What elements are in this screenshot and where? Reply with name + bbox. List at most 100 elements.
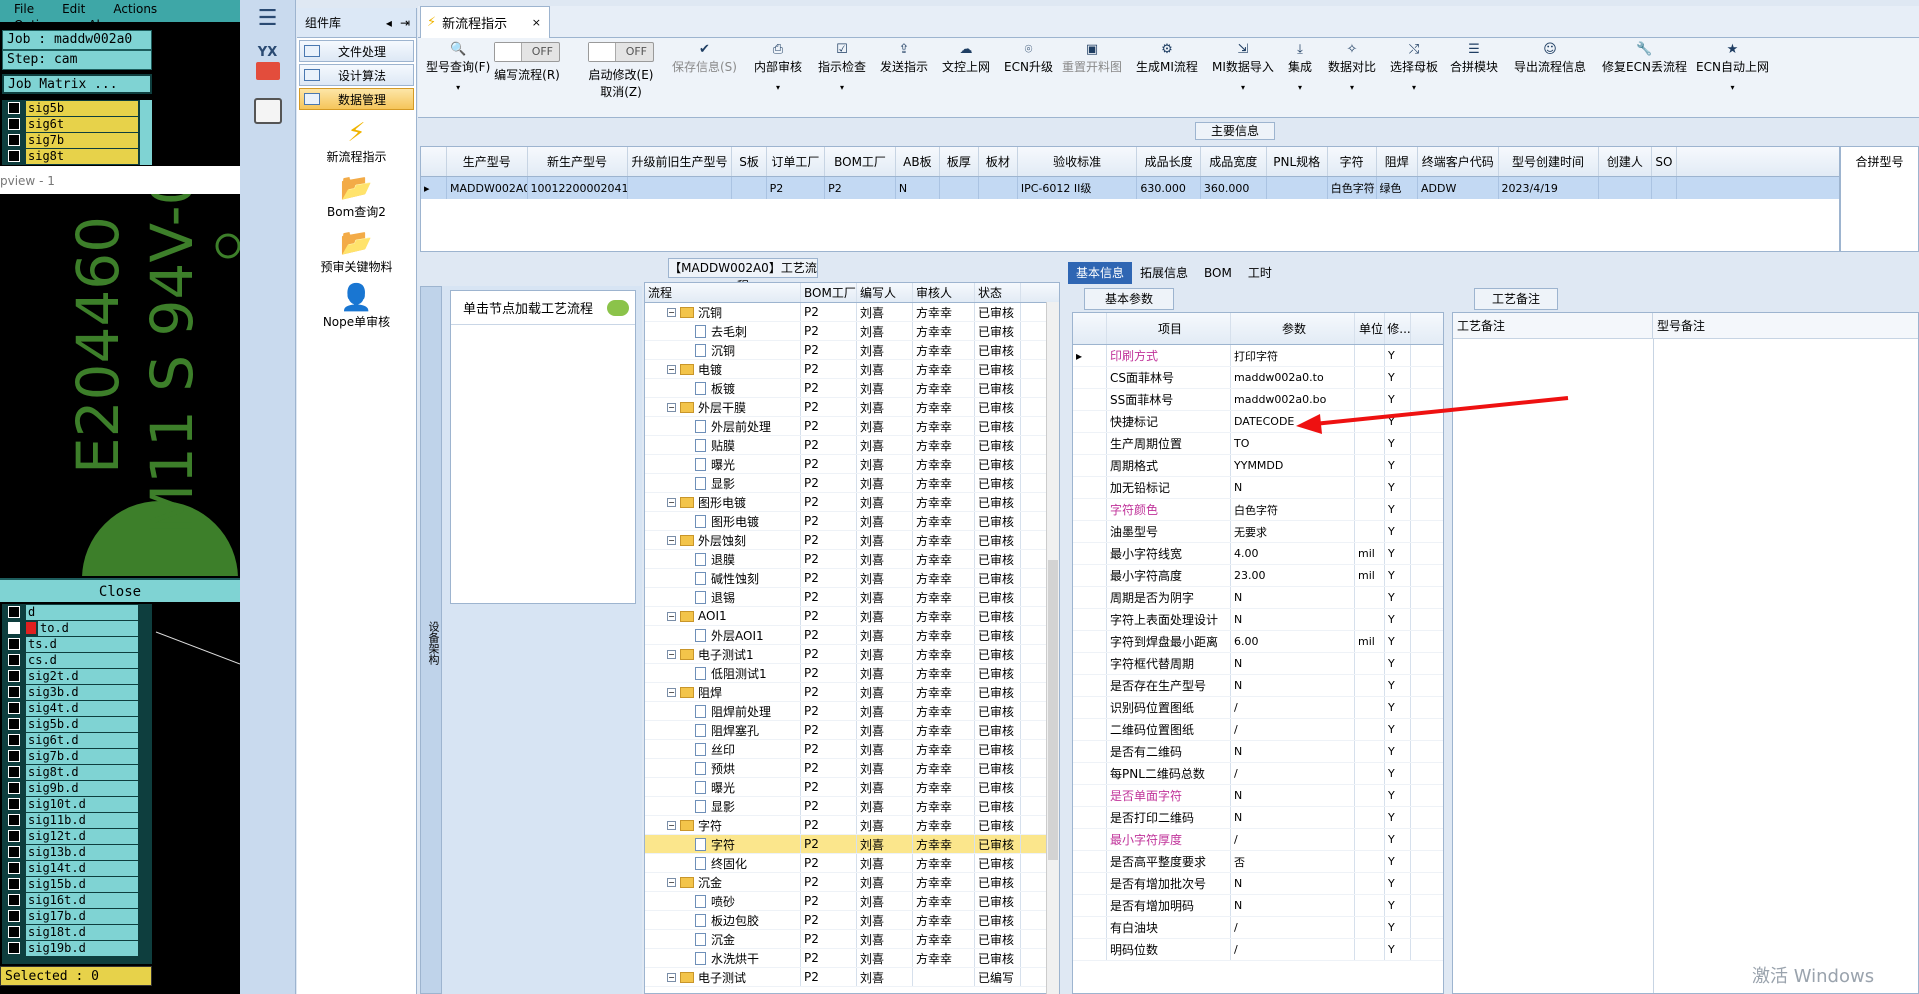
param-mod[interactable]: Y	[1385, 631, 1411, 652]
param-mod[interactable]: Y	[1385, 543, 1411, 564]
param-mod[interactable]: Y	[1385, 675, 1411, 696]
collapse-icon[interactable]: −	[667, 497, 676, 507]
layer-checkbox[interactable]	[8, 926, 20, 938]
collapse-icon[interactable]: −	[667, 611, 676, 621]
cam-layer-row[interactable]: sig6t.d	[2, 732, 152, 748]
tree-row[interactable]: − 沉金 P2 刘喜 方幸幸 已审核	[645, 873, 1059, 892]
main-cell[interactable]	[979, 177, 1018, 199]
generate-mi-button[interactable]: ⚙ 生成MI流程	[1136, 42, 1198, 75]
param-value[interactable]: /	[1231, 719, 1355, 740]
cam-layer-row[interactable]: sig7b	[2, 132, 152, 148]
cam-layer-row[interactable]: to.d	[2, 620, 152, 636]
tree-scroll-thumb[interactable]	[1048, 560, 1058, 860]
cancel-button[interactable]: 取消(Z)	[588, 83, 654, 100]
main-cell[interactable]: 360.000	[1201, 177, 1267, 199]
main-cell[interactable]: 白色字符	[1328, 177, 1377, 199]
param-value[interactable]: N	[1231, 675, 1355, 696]
param-value[interactable]: 白色字符	[1231, 499, 1355, 520]
param-value[interactable]: 6.00	[1231, 631, 1355, 652]
layer-checkbox[interactable]	[8, 798, 20, 810]
param-value[interactable]: YYMMDD	[1231, 455, 1355, 476]
main-col-header[interactable]: 验收标准	[1018, 147, 1138, 176]
param-value[interactable]: /	[1231, 939, 1355, 960]
start-toggle[interactable]: OFF	[588, 42, 654, 62]
main-col-header[interactable]: 订单工厂	[767, 147, 826, 176]
merge-button[interactable]: ☰ 合拼模块	[1450, 42, 1498, 75]
tree-col-header[interactable]: 编写人	[857, 283, 913, 302]
cam-menu-item[interactable]: File	[0, 0, 48, 16]
param-value[interactable]: N	[1231, 741, 1355, 762]
nav-item-0[interactable]: 文件处理	[299, 40, 414, 62]
param-row[interactable]: 字符上表面处理设计 N Y	[1073, 609, 1443, 631]
param-value[interactable]: N	[1231, 785, 1355, 806]
tree-row[interactable]: 曝光 P2 刘喜 方幸幸 已审核	[645, 455, 1059, 474]
main-cell[interactable]: IPC-6012 II级	[1018, 177, 1138, 199]
tree-row[interactable]: − 图形电镀 P2 刘喜 方幸幸 已审核	[645, 493, 1059, 512]
tree-row[interactable]: 阻焊前处理 P2 刘喜 方幸幸 已审核	[645, 702, 1059, 721]
tree-row[interactable]: 预烘 P2 刘喜 方幸幸 已审核	[645, 759, 1059, 778]
tree-row[interactable]: − 外层蚀刻 P2 刘喜 方幸幸 已审核	[645, 531, 1059, 550]
nav-item-2[interactable]: 数据管理	[299, 88, 414, 110]
collapse-icon[interactable]: −	[667, 687, 676, 697]
param-value[interactable]: 否	[1231, 851, 1355, 872]
cam-layer-row[interactable]: sig6t	[2, 116, 152, 132]
tree-row[interactable]: 外层前处理 P2 刘喜 方幸幸 已审核	[645, 417, 1059, 436]
tree-row[interactable]: 显影 P2 刘喜 方幸幸 已审核	[645, 474, 1059, 493]
param-row[interactable]: 是否打印二维码 N Y	[1073, 807, 1443, 829]
cam-layer-row[interactable]: sig11b.d	[2, 812, 152, 828]
layer-checkbox[interactable]	[8, 702, 20, 714]
param-value[interactable]: N	[1231, 895, 1355, 916]
export-button[interactable]: ☺ 导出流程信息	[1514, 42, 1586, 75]
main-cell[interactable]: 绿色	[1377, 177, 1418, 199]
cam-layer-row[interactable]: sig2t.d	[2, 668, 152, 684]
cam-layer-row[interactable]: sig16t.d	[2, 892, 152, 908]
layer-checkbox[interactable]	[8, 878, 20, 890]
start-toggle-group[interactable]: OFF 启动修改(E) 取消(Z)	[588, 42, 654, 100]
param-mod[interactable]: Y	[1385, 609, 1411, 630]
tree-row[interactable]: 丝印 P2 刘喜 方幸幸 已审核	[645, 740, 1059, 759]
node-hint[interactable]: 单击节点加载工艺流程	[451, 291, 635, 325]
param-row[interactable]: 识别码位置图纸 / Y	[1073, 697, 1443, 719]
tree-row[interactable]: − 沉铜 P2 刘喜 方幸幸 已审核	[645, 303, 1059, 322]
cam-scrollbar[interactable]	[140, 100, 152, 165]
param-row[interactable]: 是否高平整度要求否 Y	[1073, 851, 1443, 873]
cam-layer-row[interactable]: sig19b.d	[2, 940, 152, 956]
tree-col-header[interactable]: BOM工厂	[801, 283, 857, 302]
tree-row[interactable]: 显影 P2 刘喜 方幸幸 已审核	[645, 797, 1059, 816]
tree-row[interactable]: 水洗烘干 P2 刘喜 方幸幸 已审核	[645, 949, 1059, 968]
send-button[interactable]: ⇪ 发送指示	[880, 42, 928, 75]
nav-tool-3[interactable]: 👤 Nope单审核	[297, 283, 416, 330]
param-mod[interactable]: Y	[1385, 895, 1411, 916]
ecn-upgrade-button[interactable]: ⌾ ECN升级	[1004, 42, 1053, 75]
param-value[interactable]: /	[1231, 829, 1355, 850]
main-col-header[interactable]: 板材	[979, 147, 1018, 176]
param-mod[interactable]: Y	[1385, 521, 1411, 542]
param-value[interactable]: N	[1231, 653, 1355, 674]
job-matrix-button[interactable]: Job Matrix ...	[2, 74, 152, 94]
layer-checkbox[interactable]	[8, 814, 20, 826]
param-mod[interactable]: Y	[1385, 917, 1411, 938]
layer-checkbox[interactable]	[8, 118, 20, 130]
cam-layer-row[interactable]: sig12t.d	[2, 828, 152, 844]
param-mod[interactable]: Y	[1385, 741, 1411, 762]
main-cell[interactable]: P2	[767, 177, 826, 199]
close-icon[interactable]: ×	[532, 16, 541, 29]
param-mod[interactable]: Y	[1385, 785, 1411, 806]
layer-checkbox[interactable]	[8, 102, 20, 114]
collapse-icon[interactable]: −	[667, 535, 676, 545]
tree-row[interactable]: − 电子测试1 P2 刘喜 方幸幸 已审核	[645, 645, 1059, 664]
cam-layer-row[interactable]: sig5b	[2, 100, 152, 116]
main-col-header[interactable]: BOM工厂	[825, 147, 896, 176]
tab-new-process[interactable]: ⚡ 新流程指示 ×	[420, 6, 550, 38]
param-mod[interactable]: Y	[1385, 873, 1411, 894]
main-col-header[interactable]: 型号创建时间	[1499, 147, 1599, 176]
param-row[interactable]: 周期格式 YYMMDD Y	[1073, 455, 1443, 477]
main-cell[interactable]: MADDW002A0	[447, 177, 528, 199]
param-mod[interactable]: Y	[1385, 697, 1411, 718]
tree-row[interactable]: 板边包胶 P2 刘喜 方幸幸 已审核	[645, 911, 1059, 930]
main-col-header[interactable]: 阻焊	[1377, 147, 1418, 176]
tree-row[interactable]: − 电镀 P2 刘喜 方幸幸 已审核	[645, 360, 1059, 379]
write-toggle-group[interactable]: OFF 编写流程(R)	[494, 42, 560, 83]
tree-row[interactable]: 曝光 P2 刘喜 方幸幸 已审核	[645, 778, 1059, 797]
tree-row[interactable]: 退膜 P2 刘喜 方幸幸 已审核	[645, 550, 1059, 569]
